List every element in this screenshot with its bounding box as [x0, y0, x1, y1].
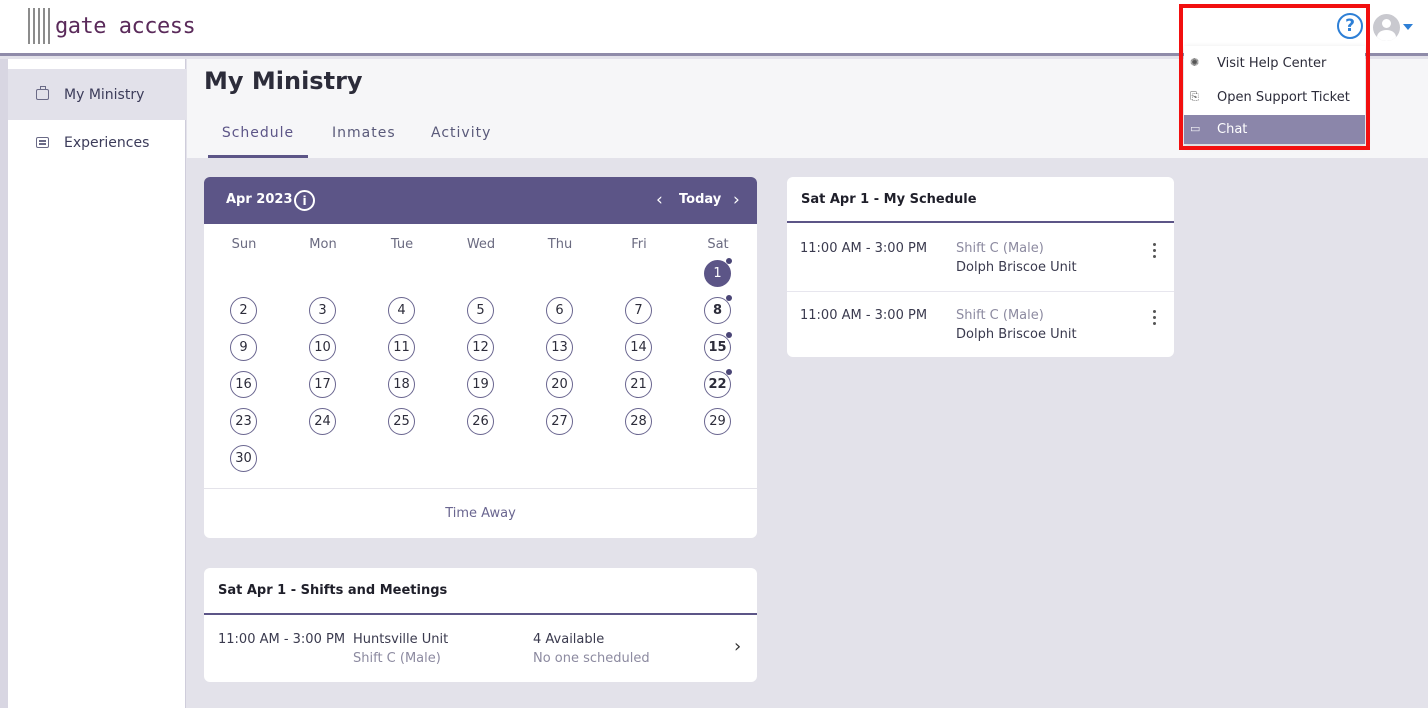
shift-time: 11:00 AM - 3:00 PM: [218, 632, 346, 647]
sidebar-item-my-ministry[interactable]: My Ministry: [8, 69, 186, 120]
help-dropdown-menu: ✺ Visit Help Center ⎘ Open Support Ticke…: [1184, 46, 1365, 144]
sidebar-item-label: Experiences: [64, 134, 150, 151]
sidebar-item-experiences[interactable]: Experiences: [8, 117, 186, 168]
card-divider: [787, 221, 1174, 223]
tab-activity[interactable]: Activity: [431, 125, 491, 158]
info-icon[interactable]: i: [294, 190, 315, 211]
calendar-day[interactable]: 27: [546, 408, 573, 435]
menu-item-open-support-ticket[interactable]: ⎘ Open Support Ticket: [1184, 81, 1365, 114]
sidebar: My Ministry Experiences: [8, 59, 186, 708]
schedule-shift: Shift C (Male): [956, 308, 1044, 323]
calendar-day[interactable]: 12: [467, 334, 494, 361]
weekday-label: Tue: [390, 237, 414, 252]
shifts-meetings-card: Sat Apr 1 - Shifts and Meetings 11:00 AM…: [204, 568, 757, 682]
row-divider: [787, 291, 1174, 292]
calendar-day[interactable]: 4: [388, 297, 415, 324]
calendar-day[interactable]: 13: [546, 334, 573, 361]
calendar-day[interactable]: 18: [388, 371, 415, 398]
briefcase-icon: [36, 86, 49, 100]
tab-schedule[interactable]: Schedule: [208, 125, 308, 158]
card-divider: [204, 613, 757, 615]
chevron-right-icon[interactable]: ›: [734, 636, 741, 657]
shifts-card-title: Sat Apr 1 - Shifts and Meetings: [218, 583, 448, 598]
weekday-label: Sat: [707, 237, 729, 252]
calendar-day[interactable]: 24: [309, 408, 336, 435]
shift-availability: 4 Available: [533, 632, 605, 647]
schedule-shift: Shift C (Male): [956, 241, 1044, 256]
weekday-label: Fri: [631, 237, 647, 252]
calendar-day[interactable]: 19: [467, 371, 494, 398]
schedule-time: 11:00 AM - 3:00 PM: [800, 241, 928, 256]
my-schedule-card: Sat Apr 1 - My Schedule 11:00 AM - 3:00 …: [787, 177, 1174, 357]
calendar-day[interactable]: 16: [230, 371, 257, 398]
schedule-location: Dolph Briscoe Unit: [956, 260, 1077, 275]
calendar-day[interactable]: 10: [309, 334, 336, 361]
shift-location: Huntsville Unit: [353, 632, 449, 647]
event-indicator-dot: [726, 332, 732, 338]
calendar-day[interactable]: 20: [546, 371, 573, 398]
shift-name: Shift C (Male): [353, 651, 441, 666]
calendar-day[interactable]: 28: [625, 408, 652, 435]
menu-item-label: Open Support Ticket: [1217, 90, 1350, 105]
calendar-day[interactable]: 15: [704, 334, 731, 361]
shift-scheduled-status: No one scheduled: [533, 651, 650, 666]
calendar-day[interactable]: 29: [704, 408, 731, 435]
calendar-day[interactable]: 8: [704, 297, 731, 324]
caret-down-icon[interactable]: [1403, 24, 1413, 30]
time-away-link[interactable]: Time Away: [204, 488, 757, 538]
weekday-label: Thu: [547, 237, 573, 252]
event-indicator-dot: [726, 295, 732, 301]
event-indicator-dot: [726, 369, 732, 375]
left-edge-strip: [0, 59, 8, 708]
weekday-label: Wed: [466, 237, 496, 252]
calendar-day[interactable]: 26: [467, 408, 494, 435]
ticket-exit-icon: ⎘: [1190, 90, 1199, 103]
calendar-day[interactable]: 2: [230, 297, 257, 324]
tab-inmates[interactable]: Inmates: [332, 125, 396, 158]
weekday-label: Sun: [231, 237, 257, 252]
calendar-day[interactable]: 9: [230, 334, 257, 361]
more-options-icon[interactable]: [1153, 310, 1157, 328]
calendar-day[interactable]: 14: [625, 334, 652, 361]
user-avatar-icon[interactable]: [1373, 14, 1400, 41]
menu-item-visit-help-center[interactable]: ✺ Visit Help Center: [1184, 47, 1365, 80]
menu-item-label: Visit Help Center: [1217, 56, 1327, 71]
my-schedule-title: Sat Apr 1 - My Schedule: [801, 192, 977, 207]
calendar-day[interactable]: 30: [230, 445, 257, 472]
weekday-label: Mon: [309, 237, 337, 252]
chevron-left-icon[interactable]: ‹: [656, 190, 663, 210]
calendar-day[interactable]: 11: [388, 334, 415, 361]
calendar-month-label: Apr 2023: [226, 192, 293, 207]
menu-item-chat[interactable]: ▭ Chat: [1184, 115, 1365, 144]
calendar-day[interactable]: 17: [309, 371, 336, 398]
question-circle-icon[interactable]: ?: [1337, 13, 1363, 39]
calendar-day[interactable]: 22: [704, 371, 731, 398]
calendar-day[interactable]: 21: [625, 371, 652, 398]
logo-bars-icon: [28, 8, 50, 44]
calendar-day[interactable]: 6: [546, 297, 573, 324]
chat-bubbles-icon: ▭: [1190, 122, 1201, 135]
calendar-day[interactable]: 1: [704, 260, 731, 287]
menu-item-label: Chat: [1217, 122, 1248, 137]
schedule-location: Dolph Briscoe Unit: [956, 327, 1077, 342]
logo-text: gate access: [55, 13, 196, 39]
lightbulb-icon: ✺: [1190, 56, 1200, 69]
calendar-card: Apr 2023 i ‹ Today › Sun Mon Tue Wed Thu Fri S…: [204, 177, 757, 538]
newspaper-icon: [36, 137, 49, 148]
sidebar-item-label: My Ministry: [64, 86, 145, 103]
event-indicator-dot: [726, 258, 732, 264]
page-title: My Ministry: [204, 67, 363, 95]
gate-access-logo[interactable]: gate access: [28, 8, 196, 44]
calendar-day[interactable]: 23: [230, 408, 257, 435]
calendar-day[interactable]: 3: [309, 297, 336, 324]
more-options-icon[interactable]: [1153, 243, 1157, 261]
schedule-time: 11:00 AM - 3:00 PM: [800, 308, 928, 323]
today-button[interactable]: Today: [679, 192, 721, 207]
calendar-day[interactable]: 25: [388, 408, 415, 435]
calendar-day[interactable]: 5: [467, 297, 494, 324]
calendar-header: Apr 2023 i ‹ Today ›: [204, 177, 757, 224]
chevron-right-icon[interactable]: ›: [733, 190, 740, 210]
calendar-day[interactable]: 7: [625, 297, 652, 324]
